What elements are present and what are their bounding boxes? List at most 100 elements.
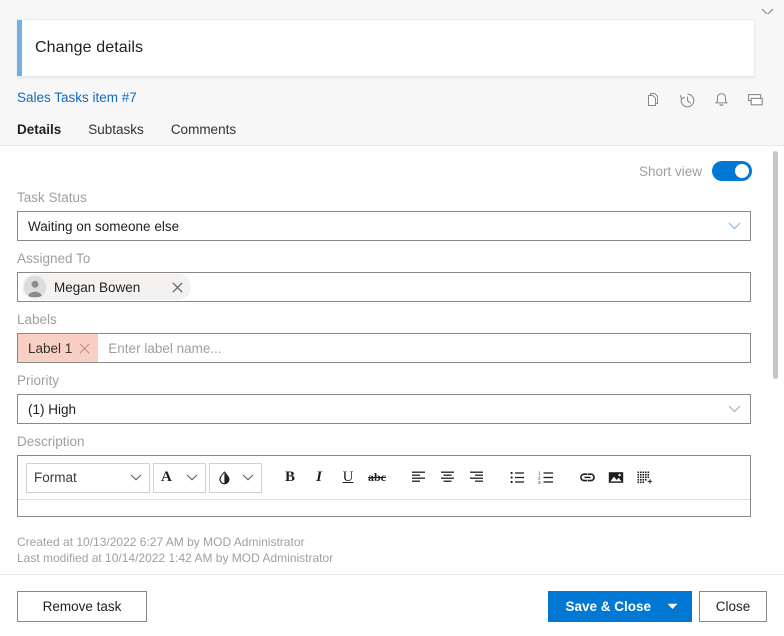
tab-comments[interactable]: Comments — [171, 122, 236, 139]
bulleted-list-button[interactable] — [504, 464, 530, 492]
font-color-icon: A — [161, 469, 172, 485]
copy-icon — [648, 93, 658, 106]
chevron-down-icon — [186, 474, 198, 481]
field-task-status: Task Status Waiting on someone else — [17, 189, 752, 241]
avatar — [24, 276, 46, 298]
italic-icon: I — [316, 469, 322, 485]
page-title: Change details — [35, 39, 144, 56]
header-icon-group — [640, 87, 768, 113]
task-status-dropdown[interactable]: Waiting on someone else — [17, 211, 751, 241]
insert-link-button[interactable] — [574, 464, 600, 492]
save-and-close-button[interactable]: Save & Close — [548, 591, 692, 622]
font-color-dropdown[interactable]: A — [153, 462, 206, 493]
bold-button[interactable]: B — [277, 464, 303, 492]
align-left-icon — [411, 471, 425, 482]
link-icon — [579, 473, 595, 482]
bold-icon: B — [284, 469, 295, 485]
label-chip-text: Label 1 — [28, 340, 73, 356]
remove-person-button[interactable] — [172, 281, 183, 293]
short-view-label: Short view — [638, 163, 702, 179]
align-left-button[interactable] — [405, 464, 431, 492]
priority-value: (1) High — [28, 401, 77, 417]
assigned-to-label: Assigned To — [17, 251, 91, 266]
field-priority: Priority (1) High — [17, 372, 752, 424]
bulleted-list-icon — [510, 471, 524, 484]
scrollbar-track[interactable] — [768, 147, 784, 531]
italic-button[interactable]: I — [306, 464, 332, 492]
created-text: Created at 10/13/2022 6:27 AM by MOD Adm… — [17, 535, 305, 549]
field-labels: Labels Label 1 — [17, 311, 752, 363]
task-details-panel: Change details Sales Tasks item #7 Detai… — [0, 0, 784, 636]
tab-details[interactable]: Details — [17, 122, 61, 139]
underline-icon: U — [342, 469, 354, 485]
align-center-icon — [440, 471, 454, 482]
priority-label: Priority — [17, 373, 60, 388]
card-view-button[interactable] — [742, 87, 768, 113]
short-view-row: Short view — [17, 161, 752, 181]
task-status-value: Waiting on someone else — [28, 218, 180, 234]
insert-table-icon — [637, 471, 653, 484]
short-view-toggle[interactable] — [712, 161, 752, 181]
label-chip[interactable]: Label 1 — [18, 334, 99, 362]
labels-label: Labels — [17, 312, 57, 327]
format-dropdown-label: Format — [34, 470, 77, 485]
breadcrumb[interactable]: Sales Tasks item #7 — [17, 90, 137, 105]
panel-subheader: Sales Tasks item #7 Details Subtasks Com… — [0, 82, 784, 146]
priority-dropdown[interactable]: (1) High — [17, 394, 751, 424]
align-right-button[interactable] — [463, 464, 489, 492]
format-dropdown[interactable]: Format — [26, 462, 150, 493]
close-button[interactable]: Close — [699, 591, 767, 622]
close-icon — [172, 281, 183, 293]
modified-text: Last modified at 10/14/2022 1:42 AM by M… — [17, 551, 334, 565]
description-editor[interactable]: Format A B I U abc 1 2 3 — [17, 455, 751, 517]
editor-toolbar: Format A B I U abc 1 2 3 — [18, 456, 750, 500]
chevron-down-icon — [242, 474, 254, 481]
action-bar: Remove task Save & Close Close — [0, 574, 784, 636]
alert-me-button[interactable] — [708, 87, 734, 113]
toggle-knob — [735, 164, 749, 178]
align-right-icon — [469, 471, 483, 482]
description-text-area[interactable] — [18, 500, 750, 516]
chevron-down-icon — [130, 474, 142, 481]
history-icon — [679, 93, 694, 107]
underline-button[interactable]: U — [335, 464, 361, 492]
save-options-caret-button[interactable] — [665, 592, 691, 621]
version-history-button[interactable] — [674, 87, 700, 113]
person-chip[interactable]: Megan Bowen — [22, 274, 192, 300]
strikethrough-icon: abc — [368, 470, 386, 484]
alert-icon — [714, 93, 728, 106]
chevron-down-icon — [667, 603, 678, 609]
header-card: Change details — [17, 19, 755, 77]
field-assigned-to: Assigned To Megan Bowen — [17, 250, 752, 302]
tab-subtasks[interactable]: Subtasks — [88, 122, 144, 139]
close-icon — [79, 342, 90, 354]
field-description: Description Format A B I U abc 1 2 3 — [17, 433, 752, 517]
panel-header: Change details — [0, 14, 784, 82]
copy-button[interactable] — [640, 87, 666, 113]
chevron-down-icon — [728, 222, 741, 230]
numbered-list-button[interactable]: 1 2 3 — [533, 464, 559, 492]
task-status-label: Task Status — [17, 190, 87, 205]
labels-picker[interactable]: Label 1 — [17, 333, 751, 363]
scrollbar-thumb[interactable] — [773, 151, 778, 379]
label-input[interactable] — [106, 335, 750, 361]
remove-label-button[interactable] — [79, 342, 90, 354]
chevron-down-icon — [728, 405, 741, 413]
insert-table-button[interactable] — [632, 464, 658, 492]
item-metadata: Created at 10/13/2022 6:27 AM by MOD Adm… — [17, 534, 517, 566]
person-name: Megan Bowen — [54, 279, 141, 295]
person-icon — [24, 276, 46, 298]
card-icon — [748, 94, 763, 106]
form-scroll-area: Short view Task Status Waiting on someon… — [0, 147, 784, 531]
assigned-to-people-picker[interactable]: Megan Bowen — [17, 272, 751, 302]
insert-image-button[interactable] — [603, 464, 629, 492]
panel-top-strip — [0, 0, 784, 14]
description-label: Description — [17, 434, 85, 449]
save-and-close-label: Save & Close — [565, 599, 651, 614]
highlight-icon — [217, 470, 232, 485]
remove-task-button[interactable]: Remove task — [17, 591, 147, 622]
image-icon — [608, 472, 624, 483]
highlight-color-dropdown[interactable] — [209, 462, 262, 493]
align-center-button[interactable] — [434, 464, 460, 492]
strikethrough-button[interactable]: abc — [364, 464, 390, 492]
